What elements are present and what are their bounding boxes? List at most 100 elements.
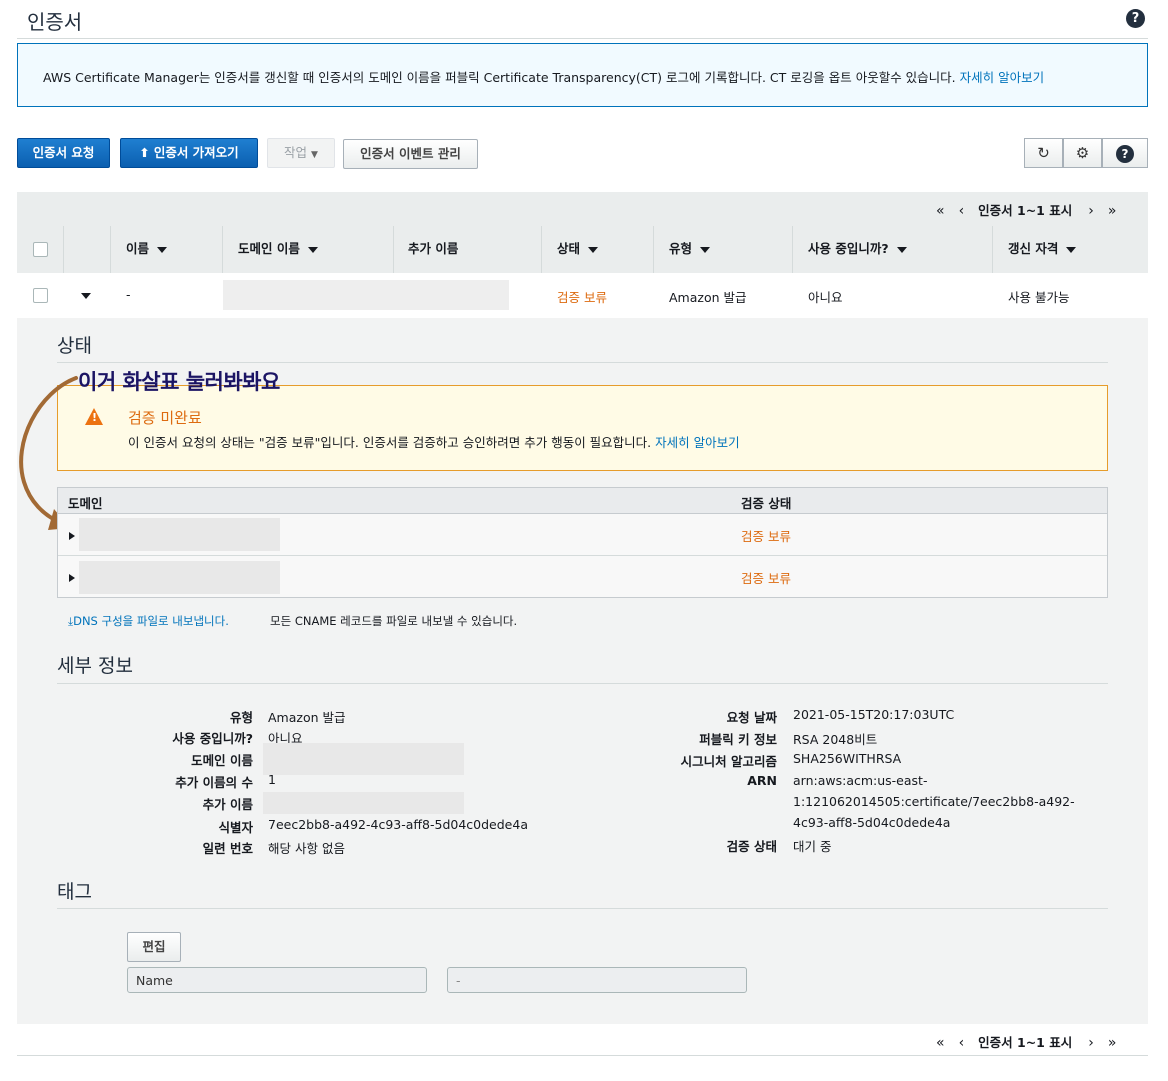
expand-arrow-icon[interactable] [69, 532, 75, 540]
sort-caret-icon [157, 246, 168, 253]
domain-validation-status: 검증 보류 [741, 571, 791, 586]
signature-algorithm-label: 시그니처 알고리즘 [680, 754, 777, 769]
arn-line-1: arn:aws:acm:us-east- [793, 773, 928, 788]
redacted-alt-names [263, 792, 464, 814]
pagination-text: 인증서 1~1 표시 [978, 1035, 1073, 1050]
help-button[interactable]: ? [1102, 138, 1148, 168]
details-heading: 세부 정보 [57, 655, 133, 677]
arn-line-3: 4c93-aff8-5d04c0dede4a [793, 815, 951, 830]
actions-label: 작업 [284, 145, 308, 160]
column-renewal-label: 갱신 자격 [1008, 241, 1059, 256]
expand-arrow-icon[interactable] [69, 574, 75, 582]
expand-row-icon[interactable] [81, 293, 91, 299]
row-name: - [126, 287, 131, 302]
column-type-label: 유형 [669, 241, 693, 256]
requested-label: 요청 날짜 [726, 710, 777, 725]
sort-caret-icon [307, 246, 318, 253]
pagination-top: « ‹ 인증서 1~1 표시 › » [936, 200, 1116, 219]
next-page-icon[interactable]: › [1088, 1035, 1094, 1051]
first-page-icon[interactable]: « [936, 203, 945, 219]
serial-label: 일련 번호 [202, 841, 253, 856]
row-checkbox[interactable] [33, 288, 48, 303]
page-title: 인증서 [27, 10, 83, 34]
public-key-value: RSA 2048비트 [793, 732, 878, 747]
tag-value-field[interactable]: - [447, 967, 747, 993]
sort-caret-icon [588, 246, 599, 253]
export-dns-link[interactable]: ⤓DNS 구성을 파일로 내보냅니다. [68, 613, 229, 629]
upload-icon: ⬆ [139, 145, 150, 160]
sort-caret-icon [1066, 246, 1077, 253]
row-renewal: 사용 불가능 [1008, 290, 1070, 305]
help-circle-icon: ? [1116, 145, 1134, 163]
gear-icon[interactable]: ⚙ [1063, 138, 1102, 168]
column-separator [653, 226, 654, 273]
bottom-divider [17, 1055, 1148, 1056]
next-page-icon[interactable]: › [1088, 203, 1094, 219]
domain-row[interactable]: 검증 보류 [58, 556, 1107, 598]
last-page-icon[interactable]: » [1108, 203, 1117, 219]
column-separator [110, 226, 111, 273]
column-separator [541, 226, 542, 273]
domain-table-header: 도메인 검증 상태 [58, 488, 1107, 514]
tags-divider [57, 908, 1108, 909]
pagination-text: 인증서 1~1 표시 [978, 203, 1073, 218]
first-page-icon[interactable]: « [936, 1035, 945, 1051]
validation-column-label: 검증 상태 [741, 496, 792, 511]
identifier-link[interactable]: 7eec2bb8-a492-4c93-aff8-5d04c0dede4a [268, 817, 528, 832]
arn-line-2: 1:121062014505:certificate/7eec2bb8-a492… [793, 794, 1075, 809]
row-status: 검증 보류 [557, 290, 607, 305]
warning-title: 검증 미완료 [128, 409, 202, 427]
manage-events-button[interactable]: 인증서 이벤트 관리 [343, 139, 478, 169]
redacted-domain [223, 280, 509, 310]
prev-page-icon[interactable]: ‹ [959, 1035, 965, 1051]
column-name[interactable]: 이름 [126, 238, 168, 257]
column-in-use-label: 사용 중입니까? [808, 241, 889, 256]
warning-body: 이 인증서 요청의 상태는 "검증 보류"입니다. 인증서를 검증하고 승인하려… [128, 432, 740, 451]
column-separator [792, 226, 793, 273]
learn-more-link[interactable]: 자세히 알아보기 [960, 70, 1044, 85]
tag-key-field[interactable]: Name [127, 967, 427, 993]
row-in-use: 아니요 [808, 290, 843, 305]
select-all-checkbox[interactable] [33, 242, 48, 257]
validation-state-value: 대기 중 [793, 839, 832, 854]
redacted-domain [79, 561, 280, 594]
edit-tags-button[interactable]: 편집 [127, 932, 181, 962]
signature-algorithm-value: SHA256WITHRSA [793, 751, 902, 766]
prev-page-icon[interactable]: ‹ [959, 203, 965, 219]
column-renewal[interactable]: 갱신 자격 [1008, 238, 1077, 257]
alt-names-count-value: 1 [268, 772, 276, 787]
refresh-icon[interactable]: ↻ [1024, 138, 1063, 168]
type-label: 유형 [229, 710, 253, 725]
column-domain[interactable]: 도메인 이름 [238, 238, 318, 257]
tags-heading: 태그 [57, 881, 92, 903]
warning-learn-more-link[interactable]: 자세히 알아보기 [655, 435, 739, 450]
column-in-use[interactable]: 사용 중입니까? [808, 238, 907, 257]
import-certificate-label: 인증서 가져오기 [153, 145, 239, 160]
request-certificate-button[interactable]: 인증서 요청 [17, 138, 110, 168]
public-key-label: 퍼블릭 키 정보 [699, 732, 777, 747]
column-separator [992, 226, 993, 273]
last-page-icon[interactable]: » [1108, 1035, 1117, 1051]
column-domain-label: 도메인 이름 [238, 241, 300, 256]
sort-caret-icon [896, 246, 907, 253]
title-divider [17, 38, 1148, 39]
actions-dropdown[interactable]: 작업 ▼ [267, 138, 335, 168]
import-certificate-button[interactable]: ⬆ 인증서 가져오기 [120, 138, 258, 168]
status-divider [57, 362, 1108, 363]
help-icon[interactable]: ? [1126, 9, 1145, 28]
column-status[interactable]: 상태 [557, 238, 599, 257]
chevron-down-icon: ▼ [311, 150, 318, 160]
column-type[interactable]: 유형 [669, 238, 711, 257]
domain-row[interactable]: 검증 보류 [58, 514, 1107, 556]
requested-value: 2021-05-15T20:17:03UTC [793, 707, 955, 722]
row-type: Amazon 발급 [669, 290, 747, 305]
pagination-bottom: « ‹ 인증서 1~1 표시 › » [936, 1032, 1116, 1051]
annotation-text: 이거 화살표 눌러봐봐요 [78, 370, 280, 394]
arn-label: ARN [747, 773, 777, 788]
domain-validation-status: 검증 보류 [741, 529, 791, 544]
column-additional-names: 추가 이름 [408, 241, 459, 256]
column-name-label: 이름 [126, 241, 150, 256]
domain-table: 도메인 검증 상태 검증 보류 검증 보류 [57, 487, 1108, 598]
domain-column-label: 도메인 [68, 496, 103, 511]
info-banner-text: AWS Certificate Manager는 인증서를 갱신할 때 인증서의… [43, 70, 956, 85]
